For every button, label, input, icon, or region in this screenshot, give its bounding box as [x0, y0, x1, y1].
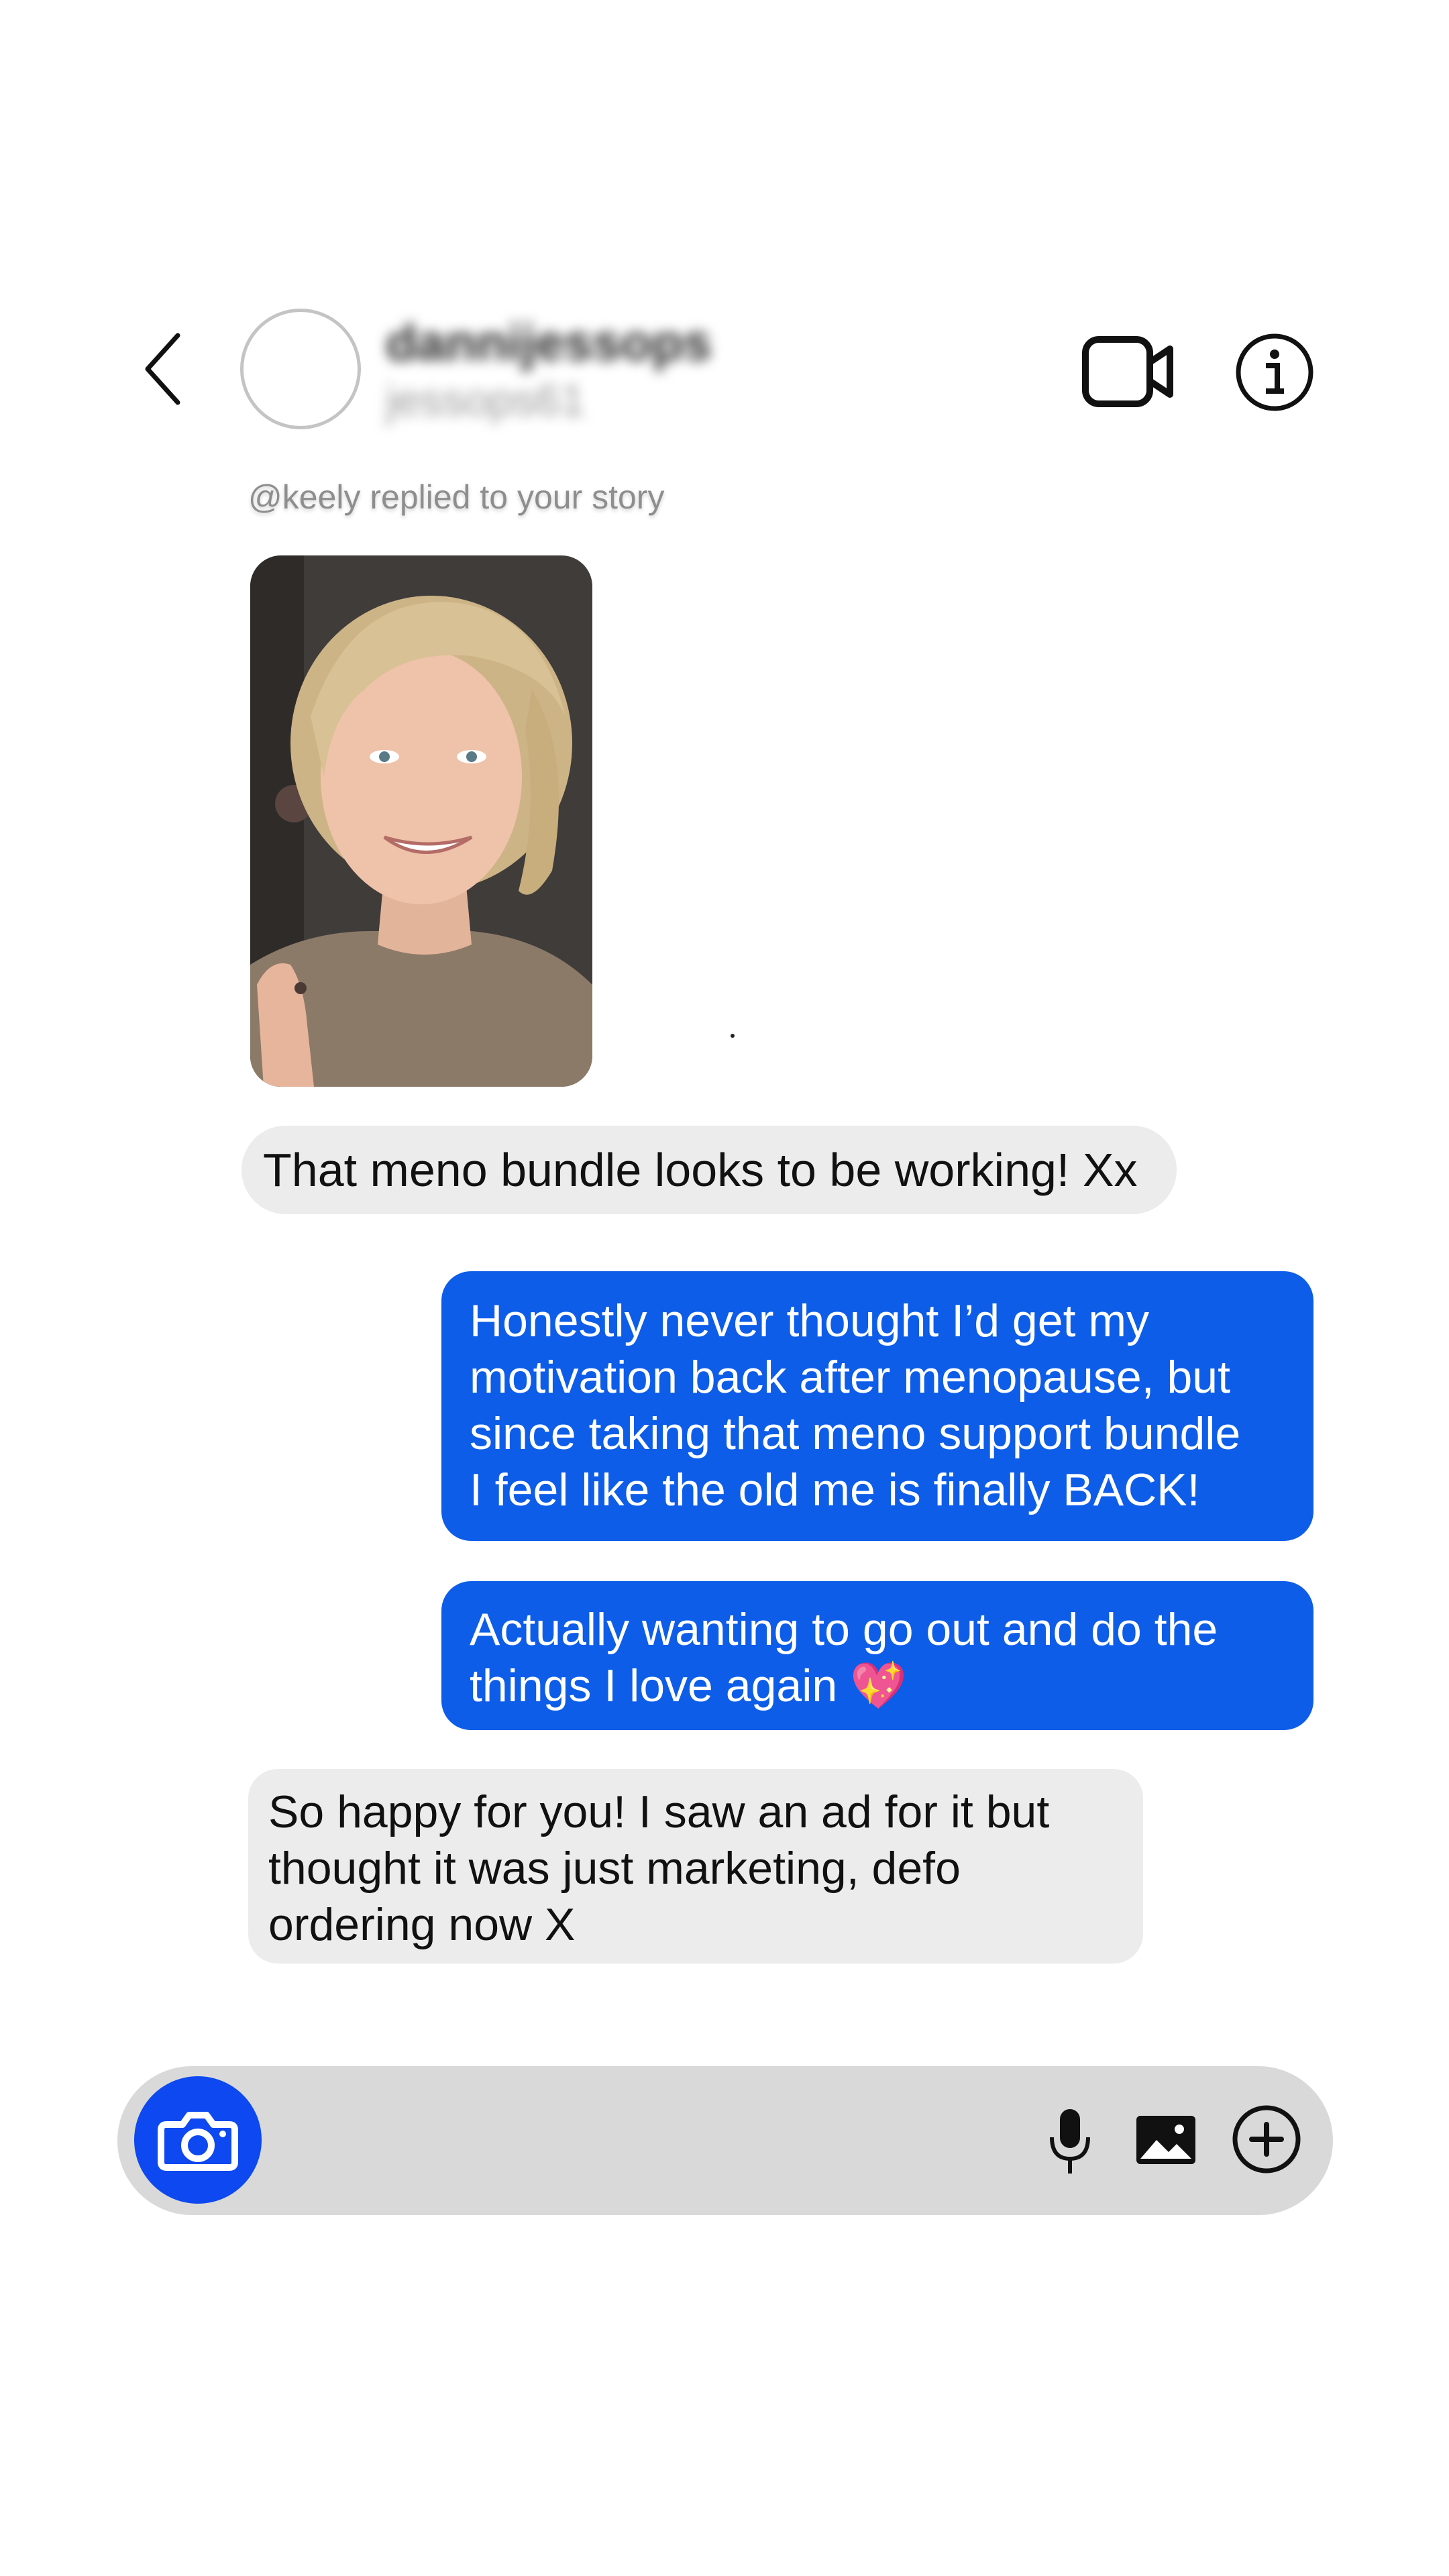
message-bubble-outgoing[interactable]: Honestly never thought I’d get my motiva…	[441, 1271, 1313, 1541]
microphone-icon[interactable]	[1048, 2106, 1092, 2176]
message-bubble-outgoing[interactable]: Actually wanting to go out and do the th…	[441, 1581, 1313, 1730]
contact-username[interactable]: dannijessops	[386, 314, 712, 372]
message-text: Actually wanting to go out and do the	[470, 1604, 1218, 1655]
message-text: since taking that meno support bundle	[470, 1408, 1241, 1459]
message-text: things I love again 💖	[470, 1660, 907, 1711]
video-camera-icon[interactable]	[1081, 334, 1175, 409]
contact-handle: jessops61	[386, 375, 586, 425]
message-text: thought it was just marketing, defo	[268, 1843, 961, 1894]
avatar[interactable]	[240, 309, 361, 429]
message-text: motivation back after menopause, but	[470, 1352, 1230, 1403]
camera-icon	[158, 2112, 238, 2171]
decorative-dot	[731, 1034, 735, 1038]
message-bubble-incoming[interactable]: So happy for you! I saw an ad for it but…	[248, 1769, 1143, 1964]
camera-button[interactable]	[134, 2076, 262, 2204]
message-text: Honestly never thought I’d get my	[470, 1295, 1149, 1346]
info-icon[interactable]	[1234, 332, 1315, 413]
message-bubble-incoming[interactable]: That meno bundle looks to be working! Xx	[241, 1126, 1177, 1214]
image-icon[interactable]	[1134, 2113, 1198, 2167]
message-text: ordering now X	[268, 1899, 576, 1950]
plus-circle-icon[interactable]	[1232, 2104, 1301, 2174]
chevron-left-icon[interactable]	[138, 329, 191, 409]
message-text: That meno bundle looks to be working! Xx	[263, 1144, 1138, 1196]
story-photo[interactable]	[250, 555, 592, 1087]
message-text: I feel like the old me is finally BACK!	[470, 1464, 1200, 1515]
story-reply-note: @keely replied to your story	[248, 478, 665, 516]
message-text: So happy for you! I saw an ad for it but	[268, 1786, 1050, 1837]
